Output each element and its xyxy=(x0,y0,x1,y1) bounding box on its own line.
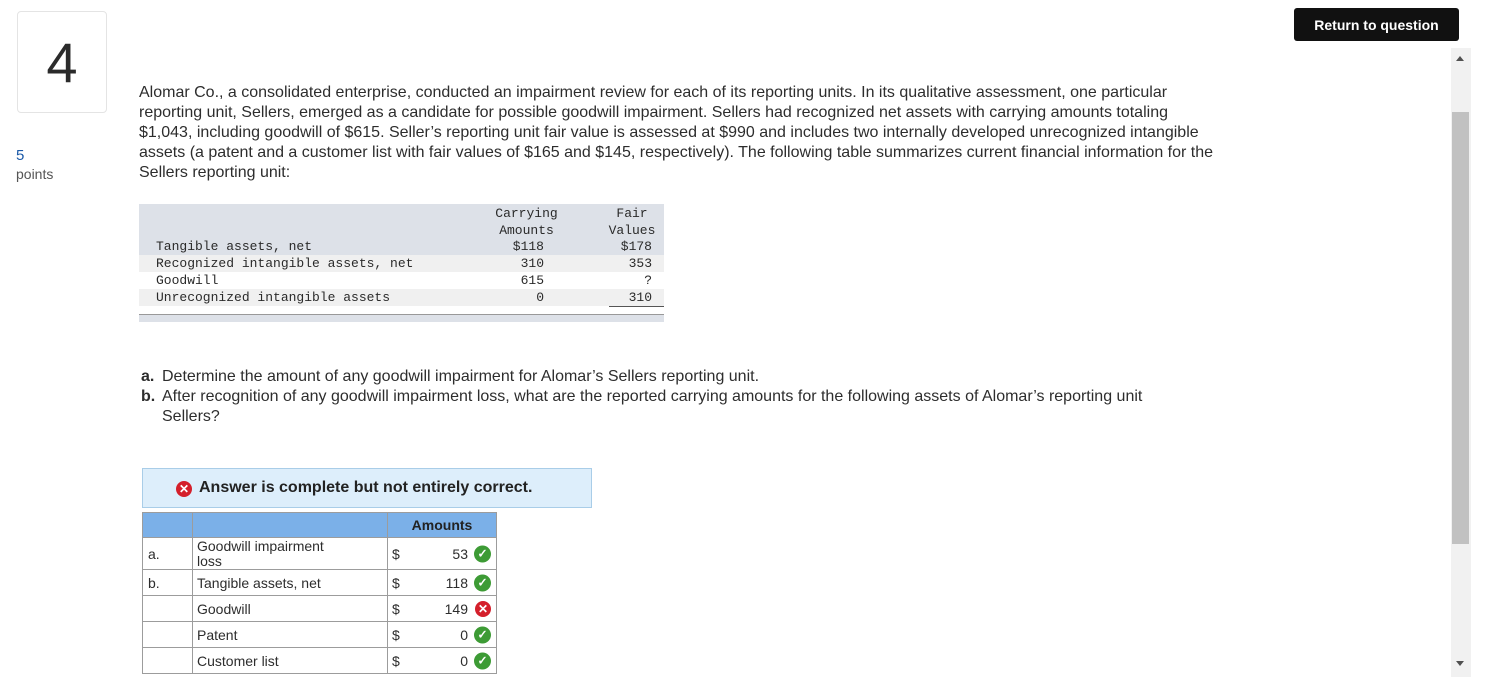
header-carrying-amounts: Carrying Amounts xyxy=(495,206,558,238)
table-row: b. Tangible assets, net $ 118 ✓ xyxy=(142,569,497,596)
amount-value[interactable]: 0 xyxy=(460,653,468,669)
question-number: 4 xyxy=(17,11,107,113)
answer-status-text: Answer is complete but not entirely corr… xyxy=(199,479,533,496)
currency-symbol: $ xyxy=(392,626,400,643)
table-footer xyxy=(139,314,664,322)
amount-cell[interactable]: $ 149 ✕ xyxy=(387,595,497,622)
check-icon: ✓ xyxy=(474,626,491,643)
table-row: Recognized intangible assets, net 310 35… xyxy=(156,256,652,271)
points-value: 5 xyxy=(16,147,25,164)
table-row: Customer list $ 0 ✓ xyxy=(142,647,497,674)
header-fair-values: Fair Values xyxy=(608,206,656,238)
table-row: a. Goodwill impairment loss $ 53 ✓ xyxy=(142,537,497,570)
currency-symbol: $ xyxy=(392,545,400,562)
return-to-question-button[interactable]: Return to question xyxy=(1294,8,1459,41)
header-blank xyxy=(142,512,193,538)
amount-cell[interactable]: $ 53 ✓ xyxy=(387,537,497,570)
header-blank xyxy=(192,512,388,538)
amount-value[interactable]: 149 xyxy=(445,601,468,617)
table-row: Patent $ 0 ✓ xyxy=(142,621,497,648)
question-part-b: b. After recognition of any goodwill imp… xyxy=(141,388,1143,425)
table-header-bg xyxy=(139,204,664,238)
part-letter xyxy=(142,621,193,648)
table-row: Goodwill $ 149 ✕ xyxy=(142,595,497,622)
part-letter: a. xyxy=(142,537,193,570)
currency-symbol: $ xyxy=(392,600,400,617)
check-icon: ✓ xyxy=(474,545,491,562)
question-parts: a. Determine the amount of any goodwill … xyxy=(141,367,1161,427)
answer-table: Amounts a. Goodwill impairment loss $ 53… xyxy=(142,512,497,674)
row-label: Customer list xyxy=(192,647,388,674)
amount-value[interactable]: 118 xyxy=(446,575,468,591)
part-letter xyxy=(142,647,193,674)
table-row: Tangible assets, net $118 $178 xyxy=(156,239,652,254)
check-icon: ✓ xyxy=(474,574,491,591)
scroll-down-icon[interactable] xyxy=(1456,661,1464,666)
column-underline xyxy=(609,306,664,307)
amount-cell[interactable]: $ 0 ✓ xyxy=(387,621,497,648)
row-label: Tangible assets, net xyxy=(192,569,388,596)
currency-symbol: $ xyxy=(392,652,400,669)
points-indicator: 5 points xyxy=(16,146,53,184)
currency-symbol: $ xyxy=(392,574,400,591)
row-label: Patent xyxy=(192,621,388,648)
problem-text: Alomar Co., a consolidated enterprise, c… xyxy=(139,84,1214,181)
points-label: points xyxy=(16,166,54,182)
financial-info-table: Carrying Amounts Fair Values Tangible as… xyxy=(139,204,664,322)
x-icon: ✕ xyxy=(475,600,491,617)
row-label: Goodwill xyxy=(192,595,388,622)
check-icon: ✓ xyxy=(474,652,491,669)
scrollbar-thumb[interactable] xyxy=(1452,112,1469,544)
question-part-a: a. Determine the amount of any goodwill … xyxy=(141,368,760,385)
x-icon: ✕ xyxy=(176,481,192,497)
amount-cell[interactable]: $ 0 ✓ xyxy=(387,647,497,674)
header-amounts: Amounts xyxy=(387,512,497,538)
part-letter: b. xyxy=(142,569,193,596)
row-label: Goodwill impairment loss xyxy=(192,537,388,570)
amount-value[interactable]: 53 xyxy=(452,546,468,562)
table-row: Unrecognized intangible assets 0 310 xyxy=(156,290,652,305)
amount-cell[interactable]: $ 118 ✓ xyxy=(387,569,497,596)
answer-status-banner: ✕ Answer is complete but not entirely co… xyxy=(142,468,592,508)
part-letter xyxy=(142,595,193,622)
amount-value[interactable]: 0 xyxy=(460,627,468,643)
table-row: Goodwill 615 ? xyxy=(156,273,652,288)
scroll-up-icon[interactable] xyxy=(1456,56,1464,61)
